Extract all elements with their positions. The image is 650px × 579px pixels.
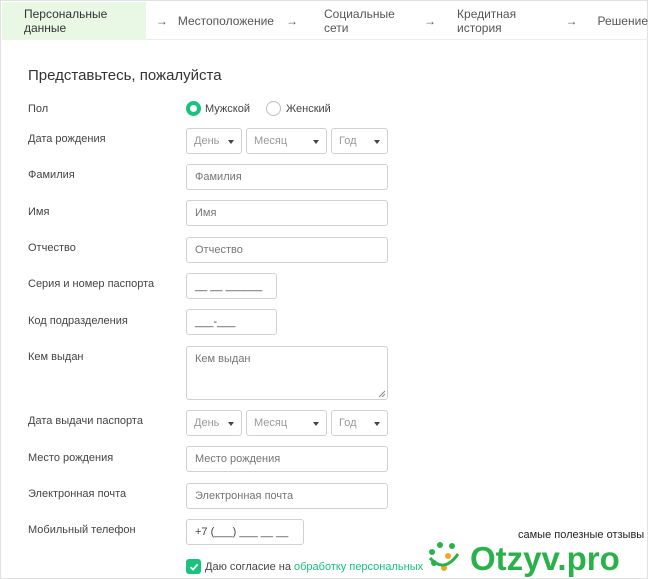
issued-by-label: Кем выдан	[28, 351, 84, 363]
first-name-label: Имя	[28, 206, 50, 218]
chevron-down-icon	[374, 422, 380, 426]
birth-date-label: Дата рождения	[28, 133, 106, 145]
step-label: Решение	[597, 13, 648, 28]
gender-label: Пол	[28, 103, 49, 115]
check-icon	[189, 563, 198, 571]
birth-month-select[interactable]: Месяц	[246, 128, 327, 154]
resize-handle-icon[interactable]	[378, 390, 386, 398]
birth-place-input[interactable]	[186, 446, 388, 472]
select-value: День	[194, 417, 220, 429]
chevron-down-icon	[313, 140, 319, 144]
chevron-down-icon	[228, 140, 234, 144]
birth-place-label: Место рождения	[28, 452, 114, 464]
step-label: Местоположение	[177, 13, 274, 28]
gender-female-radio[interactable]	[266, 101, 281, 116]
form-panel: Персональные данные → Местоположение → С…	[0, 0, 648, 579]
step-arrow: →	[285, 13, 298, 28]
chevron-down-icon	[374, 140, 380, 144]
step-decision[interactable]: Решение	[598, 2, 648, 40]
birth-day-select[interactable]: День	[186, 128, 242, 154]
issue-date-label: Дата выдачи паспорта	[28, 415, 143, 427]
division-code-input[interactable]: ___-___	[186, 309, 277, 335]
step-arrow: →	[424, 13, 437, 28]
email-input[interactable]	[186, 483, 388, 509]
patronymic-input[interactable]	[186, 237, 388, 263]
phone-label: Мобильный телефон	[28, 524, 136, 536]
consent-text: Даю согласие на обработку персональных д…	[205, 561, 423, 573]
step-location[interactable]: Местоположение	[178, 2, 274, 40]
consent-checkbox[interactable]	[186, 559, 201, 574]
passport-number-label: Серия и номер паспорта	[28, 278, 155, 290]
step-label: Социальные сети	[323, 6, 395, 35]
select-value: Год	[339, 135, 357, 147]
division-code-label: Код подразделения	[28, 315, 128, 327]
first-name-input[interactable]	[186, 200, 388, 226]
consent-prefix: Даю согласие на	[205, 561, 294, 573]
issue-month-select[interactable]: Месяц	[246, 410, 327, 436]
step-label: Персональные данные	[24, 6, 108, 35]
select-value: Месяц	[254, 417, 288, 429]
last-name-input[interactable]	[186, 164, 388, 190]
steps-bar: Персональные данные → Местоположение → С…	[2, 1, 648, 40]
phone-input[interactable]: +7 (___) ___ __ __	[186, 519, 304, 545]
passport-number-input[interactable]: __ __ ______	[186, 273, 277, 299]
chevron-down-icon	[313, 422, 319, 426]
step-credit-history[interactable]: Кредитная история	[457, 2, 552, 40]
form-title: Представьтесь, пожалуйста	[28, 67, 222, 84]
email-label: Электронная почта	[28, 488, 127, 500]
step-personal-data[interactable]: Персональные данные	[2, 1, 146, 40]
step-social-networks[interactable]: Социальные сети	[324, 2, 411, 40]
otzyv-logo: Otzyv.pro	[428, 540, 620, 577]
select-value: Месяц	[254, 135, 288, 147]
select-value: День	[194, 135, 220, 147]
gender-male-label[interactable]: Мужской	[205, 103, 250, 115]
gender-male-radio[interactable]	[186, 101, 201, 116]
patronymic-label: Отчество	[28, 242, 76, 254]
gender-female-label[interactable]: Женский	[286, 103, 331, 115]
step-label: Кредитная история	[457, 6, 517, 35]
issued-by-textarea[interactable]	[186, 346, 388, 400]
consent-link[interactable]: обработку персональных данных	[294, 561, 423, 573]
issue-day-select[interactable]: День	[186, 410, 242, 436]
birth-year-select[interactable]: Год	[331, 128, 388, 154]
step-arrow: →	[155, 13, 168, 28]
issue-year-select[interactable]: Год	[331, 410, 388, 436]
last-name-label: Фамилия	[28, 169, 75, 181]
select-value: Год	[339, 417, 357, 429]
chevron-down-icon	[228, 422, 234, 426]
svg-text:Otzyv.pro: Otzyv.pro	[470, 540, 620, 577]
step-arrow: →	[565, 13, 578, 28]
